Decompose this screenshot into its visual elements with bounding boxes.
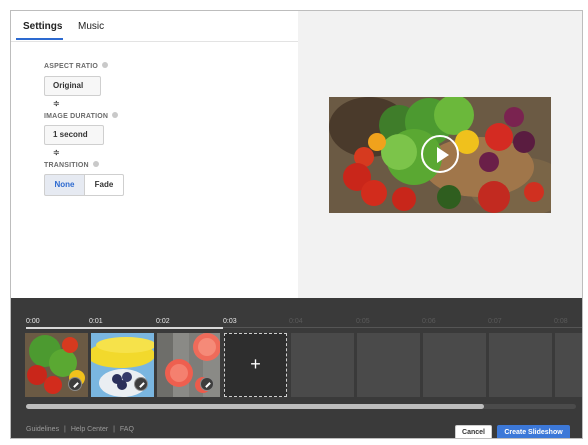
edit-pencil-icon[interactable]: [200, 377, 214, 391]
slideshow-dialog: Settings Music ASPECT RATIO Original ≑ I…: [10, 10, 583, 439]
transition-label: TRANSITION: [44, 161, 99, 169]
info-icon[interactable]: [112, 112, 119, 119]
slide-thumbnail-grapefruit[interactable]: [157, 333, 220, 397]
guidelines-link[interactable]: Guidelines: [26, 426, 59, 433]
time-tick: 0:01: [89, 318, 103, 325]
slide-thumbnail-vegetables[interactable]: [25, 333, 88, 397]
link-separator: |: [64, 426, 66, 433]
time-tick: 0:03: [223, 318, 237, 325]
cancel-button[interactable]: Cancel: [455, 425, 492, 438]
preview-image[interactable]: [329, 97, 551, 213]
transition-none-button[interactable]: None: [44, 174, 85, 196]
info-icon[interactable]: [102, 62, 108, 69]
add-photo-button[interactable]: +: [224, 333, 287, 397]
slide-thumbnail-bananas[interactable]: [91, 333, 154, 397]
footer-links: Guidelines | Help Center | FAQ: [26, 426, 137, 433]
create-slideshow-button[interactable]: Create Slideshow: [497, 425, 570, 438]
empty-slide-slot: [555, 333, 582, 397]
faq-link[interactable]: FAQ: [120, 426, 134, 433]
time-tick: 0:02: [156, 318, 170, 325]
time-tick: 0:07: [488, 318, 502, 325]
aspect-ratio-select[interactable]: Original ≑: [44, 76, 101, 108]
play-icon[interactable]: [421, 135, 459, 173]
time-tick: 0:04: [289, 318, 303, 325]
empty-slide-slot: [357, 333, 420, 397]
aspect-ratio-label: ASPECT RATIO: [44, 62, 108, 70]
edit-pencil-icon[interactable]: [68, 377, 82, 391]
timeline-progress: [26, 327, 223, 329]
empty-slide-slot: [291, 333, 354, 397]
info-icon[interactable]: [92, 161, 99, 168]
tab-music[interactable]: Music: [78, 21, 104, 32]
time-tick: 0:08: [554, 318, 568, 325]
tab-settings[interactable]: Settings: [23, 21, 62, 32]
preview-panel: [298, 11, 582, 298]
help-center-link[interactable]: Help Center: [71, 426, 108, 433]
empty-slide-slot: [489, 333, 552, 397]
active-tab-indicator: [16, 38, 63, 40]
image-duration-select[interactable]: 1 second ≑: [44, 125, 104, 157]
time-tick: 0:06: [422, 318, 436, 325]
timeline-ruler: [223, 327, 582, 328]
transition-fade-button[interactable]: Fade: [84, 174, 124, 196]
tab-bar: Settings Music: [11, 11, 298, 42]
link-separator: |: [113, 426, 115, 433]
timeline-scrollbar-thumb[interactable]: [26, 404, 484, 409]
time-tick: 0:05: [356, 318, 370, 325]
settings-panel: Settings Music ASPECT RATIO Original ≑ I…: [11, 11, 298, 298]
timeline: 0:00 0:01 0:02 0:03 0:04 0:05 0:06 0:07 …: [11, 298, 582, 438]
image-duration-label: IMAGE DURATION: [44, 112, 119, 120]
empty-slide-slot: [423, 333, 486, 397]
edit-pencil-icon[interactable]: [134, 377, 148, 391]
time-tick: 0:00: [26, 318, 40, 325]
